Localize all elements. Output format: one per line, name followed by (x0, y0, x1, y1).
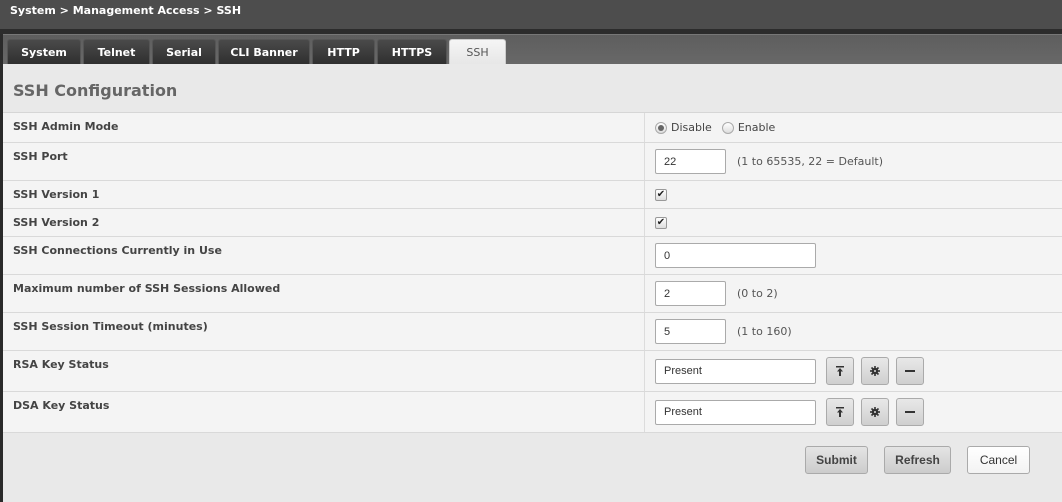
max-sessions-input[interactable]: 2 (655, 281, 726, 306)
row-max-sessions: Maximum number of SSH Sessions Allowed 2… (3, 275, 1062, 313)
session-timeout-hint: (1 to 160) (737, 325, 792, 338)
row-session-timeout: SSH Session Timeout (minutes) 5 (1 to 16… (3, 313, 1062, 351)
rsa-generate-button[interactable] (861, 357, 889, 385)
top-bar: System > Management Access > SSH (0, 0, 1062, 29)
label-connections-in-use: SSH Connections Currently in Use (13, 244, 222, 257)
max-sessions-hint: (0 to 2) (737, 287, 778, 300)
dsa-generate-button[interactable] (861, 398, 889, 426)
section-title: SSH Configuration (13, 81, 178, 100)
label-ssh-port: SSH Port (13, 150, 68, 163)
row-ssh-version-2: SSH Version 2 ✔ (3, 209, 1062, 237)
row-ssh-port: SSH Port 22 (1 to 65535, 22 = Default) (3, 143, 1062, 181)
rsa-upload-button[interactable] (826, 357, 854, 385)
label-dsa-key-status: DSA Key Status (13, 399, 110, 412)
upload-icon (836, 407, 844, 417)
cancel-button[interactable]: Cancel (967, 446, 1030, 474)
tab-ssh[interactable]: SSH (449, 39, 506, 65)
label-rsa-key-status: RSA Key Status (13, 358, 109, 371)
radio-disable-label: Disable (671, 121, 712, 134)
tab-http[interactable]: HTTP (312, 39, 375, 65)
row-dsa-key-status: DSA Key Status Present (3, 392, 1062, 433)
tab-telnet[interactable]: Telnet (83, 39, 150, 65)
radio-enable[interactable] (721, 121, 734, 134)
tab-cli-banner[interactable]: CLI Banner (218, 39, 310, 65)
row-rsa-key-status: RSA Key Status Present (3, 351, 1062, 392)
label-ssh-version-1: SSH Version 1 (13, 188, 100, 201)
tab-serial[interactable]: Serial (152, 39, 216, 65)
gear-icon (870, 366, 880, 376)
rsa-key-status-field: Present (655, 358, 816, 384)
rsa-delete-button[interactable] (896, 357, 924, 385)
session-timeout-input[interactable]: 5 (655, 319, 726, 344)
ssh-version-1-checkbox[interactable]: ✔ (655, 188, 667, 201)
minus-icon (905, 370, 915, 372)
label-max-sessions: Maximum number of SSH Sessions Allowed (13, 282, 281, 295)
radio-disable[interactable] (655, 121, 667, 134)
ssh-port-input[interactable]: 22 (655, 149, 726, 174)
dsa-delete-button[interactable] (896, 398, 924, 426)
radio-enable-label: Enable (737, 121, 776, 134)
row-ssh-version-1: SSH Version 1 ✔ (3, 181, 1062, 209)
breadcrumb: System > Management Access > SSH (10, 4, 242, 17)
ssh-port-hint: (1 to 65535, 22 = Default) (737, 155, 884, 168)
config-table: SSH Admin Mode Disable Enable SSH Port 2… (3, 112, 1062, 433)
row-connections-in-use: SSH Connections Currently in Use 0 (3, 237, 1062, 275)
tab-https[interactable]: HTTPS (377, 39, 447, 65)
content-panel: SSH Configuration SSH Admin Mode Disable… (3, 64, 1062, 502)
label-session-timeout: SSH Session Timeout (minutes) (13, 320, 208, 333)
upload-icon (836, 366, 844, 376)
connections-in-use-field: 0 (655, 243, 816, 268)
ssh-version-2-checkbox[interactable]: ✔ (655, 216, 667, 229)
label-admin-mode: SSH Admin Mode (13, 120, 119, 133)
dsa-upload-button[interactable] (826, 398, 854, 426)
refresh-button[interactable]: Refresh (884, 446, 951, 474)
tab-system[interactable]: System (7, 39, 81, 65)
dsa-key-status-field: Present (655, 399, 816, 425)
minus-icon (905, 411, 915, 413)
submit-button[interactable]: Submit (805, 446, 868, 474)
gear-icon (870, 407, 880, 417)
tab-bar: System Telnet Serial CLI Banner HTTP HTT… (3, 34, 1062, 65)
row-admin-mode: SSH Admin Mode Disable Enable (3, 113, 1062, 143)
label-ssh-version-2: SSH Version 2 (13, 216, 100, 229)
